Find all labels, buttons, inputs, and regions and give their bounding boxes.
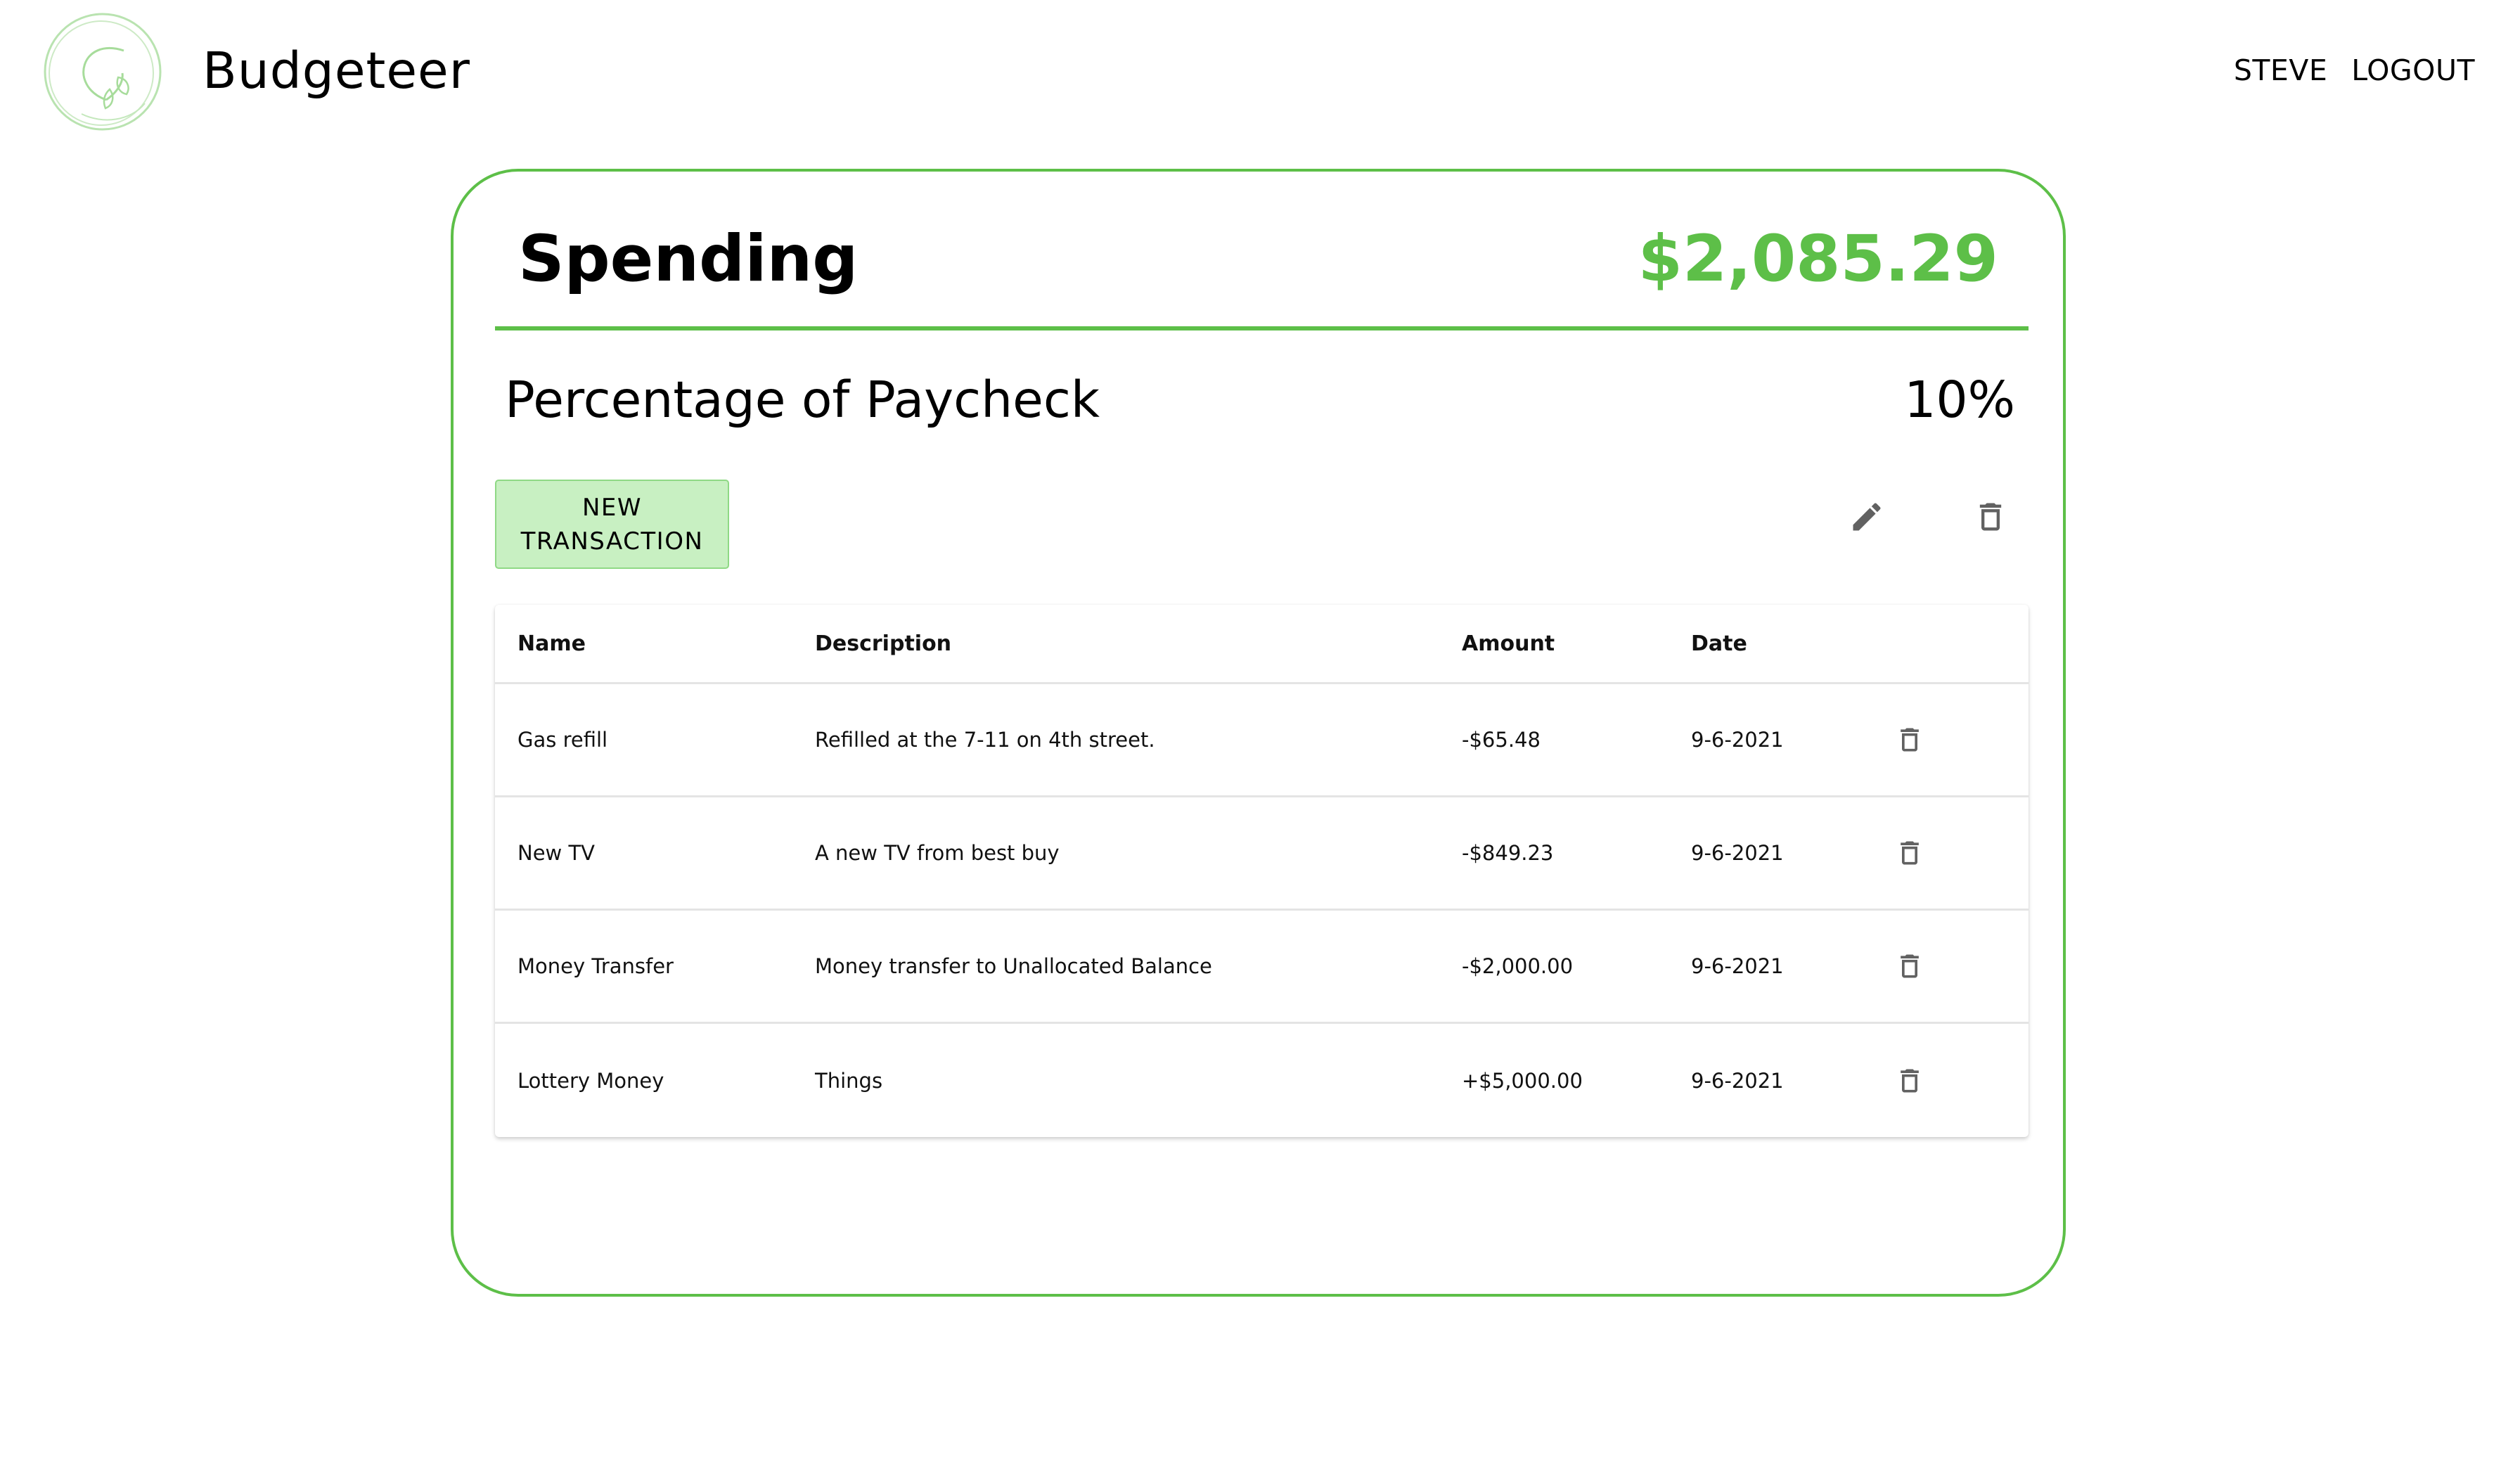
transactions-table: Name Description Amount Date Gas refill … xyxy=(495,605,2029,1137)
percentage-label: Percentage of Paycheck xyxy=(505,371,1100,429)
cell-amount: -$2,000.00 xyxy=(1462,954,1574,978)
table-row: Money Transfer Money transfer to Unalloc… xyxy=(495,911,2029,1024)
budget-total: $2,085.29 xyxy=(1638,222,1998,296)
trash-icon xyxy=(1901,728,1919,752)
delete-transaction-button[interactable] xyxy=(1894,1024,1925,1137)
column-header-name: Name xyxy=(518,631,586,656)
pencil-icon xyxy=(1853,503,1881,531)
trash-icon xyxy=(1901,1069,1919,1092)
column-header-amount: Amount xyxy=(1462,631,1555,656)
cell-description: A new TV from best buy xyxy=(815,841,1060,865)
cell-amount: +$5,000.00 xyxy=(1462,1068,1583,1093)
delete-transaction-button[interactable] xyxy=(1894,911,1925,1022)
cell-description: Things xyxy=(815,1068,883,1093)
leaf-circle-logo-icon xyxy=(44,13,162,131)
cell-name: Lottery Money xyxy=(518,1068,664,1093)
delete-transaction-button[interactable] xyxy=(1894,797,1925,909)
table-header-row: Name Description Amount Date xyxy=(495,605,2029,684)
budget-card: Spending $2,085.29 Percentage of Paychec… xyxy=(451,169,2066,1297)
cell-name: New TV xyxy=(518,841,596,865)
user-menu-link[interactable]: STEVE xyxy=(2234,52,2327,89)
app-title: Budgeteer xyxy=(202,41,470,100)
cell-date: 9-6-2021 xyxy=(1691,728,1784,752)
percentage-value: 10% xyxy=(1904,371,2015,429)
trash-icon xyxy=(1979,503,2002,531)
trash-icon xyxy=(1901,841,1919,865)
trash-icon xyxy=(1901,954,1919,978)
table-row: Lottery Money Things +$5,000.00 9-6-2021 xyxy=(495,1024,2029,1137)
new-transaction-label-line1: NEW xyxy=(581,493,643,522)
cell-name: Gas refill xyxy=(518,728,608,752)
new-transaction-label-line2: TRANSACTION xyxy=(520,527,704,556)
column-header-date: Date xyxy=(1691,631,1747,656)
cell-date: 9-6-2021 xyxy=(1691,1068,1784,1093)
cell-amount: -$849.23 xyxy=(1462,841,1554,865)
logout-link[interactable]: LOGOUT xyxy=(2351,52,2475,89)
delete-budget-button[interactable] xyxy=(1966,492,2015,541)
cell-amount: -$65.48 xyxy=(1462,728,1541,752)
cell-date: 9-6-2021 xyxy=(1691,954,1784,978)
column-header-description: Description xyxy=(815,631,952,656)
new-transaction-button[interactable]: NEW TRANSACTION xyxy=(495,480,729,569)
table-row: Gas refill Refilled at the 7-11 on 4th s… xyxy=(495,684,2029,797)
title-divider xyxy=(495,326,2029,330)
cell-description: Refilled at the 7-11 on 4th street. xyxy=(815,728,1155,752)
cell-description: Money transfer to Unallocated Balance xyxy=(815,954,1212,978)
logo[interactable] xyxy=(39,8,166,135)
table-row: New TV A new TV from best buy -$849.23 9… xyxy=(495,797,2029,911)
edit-budget-button[interactable] xyxy=(1842,492,1891,541)
cell-date: 9-6-2021 xyxy=(1691,841,1784,865)
delete-transaction-button[interactable] xyxy=(1894,684,1925,795)
budget-title: Spending xyxy=(518,222,859,296)
cell-name: Money Transfer xyxy=(518,954,674,978)
top-nav: STEVE LOGOUT xyxy=(2234,52,2475,89)
app-header: Budgeteer STEVE LOGOUT xyxy=(0,0,2520,141)
